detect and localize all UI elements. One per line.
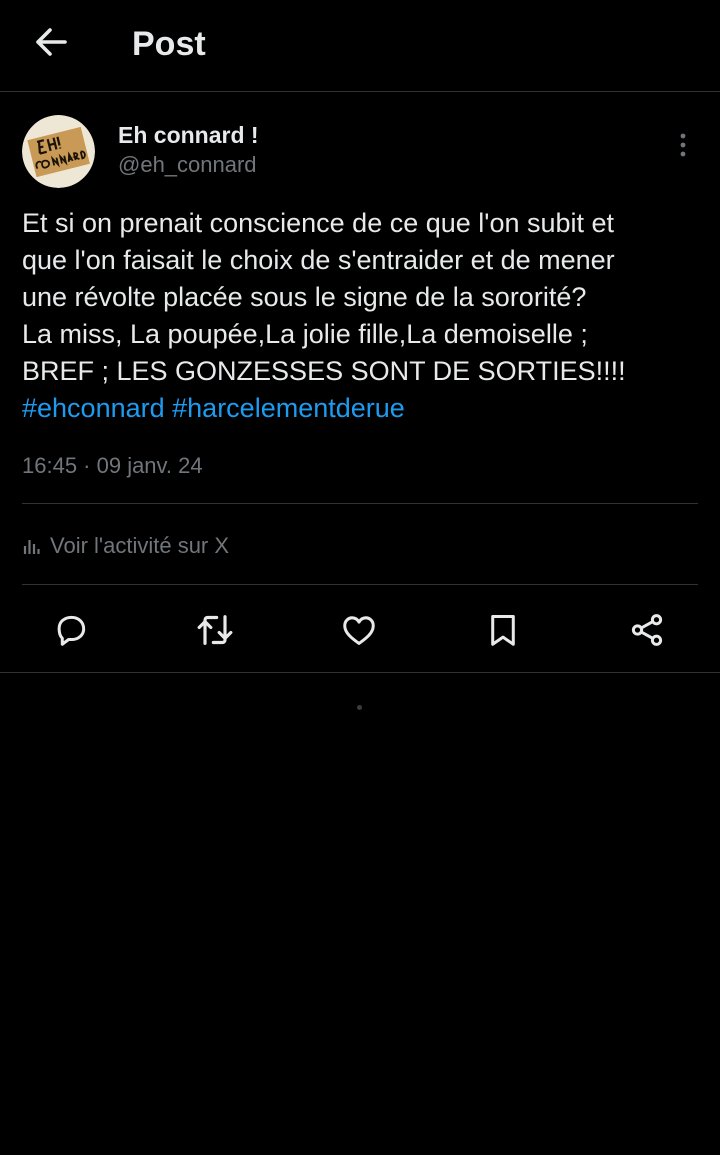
- arrow-left-icon: [36, 28, 67, 56]
- heart-icon: [343, 616, 375, 645]
- author-handle[interactable]: @eh_connard: [118, 151, 257, 179]
- divider: [22, 503, 698, 504]
- share-icon: [631, 614, 663, 646]
- more-options-button[interactable]: [668, 128, 698, 162]
- view-activity-label: Voir l'activité sur X: [50, 533, 230, 558]
- post-text-line: que l'on faisait le choix de s'entraider…: [22, 245, 615, 275]
- like-button[interactable]: [339, 610, 379, 650]
- post-timestamp[interactable]: 16:45 · 09 janv. 24: [22, 452, 203, 480]
- repost-icon: [197, 615, 233, 645]
- post-text-line: BREF ; LES GONZESSES SONT DE SORTIES!!!!: [22, 356, 626, 386]
- author-name[interactable]: Eh connard !: [118, 121, 259, 149]
- post-text-line: La miss, La poupée,La jolie fille,La dem…: [22, 319, 588, 349]
- reply-icon: [57, 615, 86, 646]
- analytics-icon: [23, 540, 40, 554]
- hashtag-link[interactable]: #ehconnard: [22, 393, 165, 423]
- loading-indicator: [357, 705, 362, 710]
- page-title: Post: [132, 25, 206, 63]
- divider: [0, 672, 720, 673]
- avatar-logo-icon: [22, 115, 95, 188]
- action-bar: [0, 600, 720, 660]
- view-activity-link[interactable]: Voir l'activité sur X: [22, 530, 229, 562]
- hashtag-link[interactable]: #harcelementderue: [172, 393, 405, 423]
- share-button[interactable]: [627, 610, 667, 650]
- post-text-line: Et si on prenait conscience de ce que l'…: [22, 208, 615, 238]
- repost-button[interactable]: [195, 610, 235, 650]
- top-bar: Post: [0, 0, 720, 92]
- post-text: Et si on prenait conscience de ce que l'…: [22, 205, 702, 427]
- back-button[interactable]: [30, 24, 72, 60]
- avatar[interactable]: [22, 115, 95, 188]
- divider: [22, 584, 698, 585]
- hashtag-line: #ehconnard #harcelementderue: [22, 390, 702, 427]
- bookmark-icon: [491, 615, 515, 646]
- bookmark-button[interactable]: [483, 610, 523, 650]
- reply-button[interactable]: [51, 610, 91, 650]
- more-vertical-icon: [680, 133, 686, 157]
- post-text-line: une révolte placée sous le signe de la s…: [22, 282, 587, 312]
